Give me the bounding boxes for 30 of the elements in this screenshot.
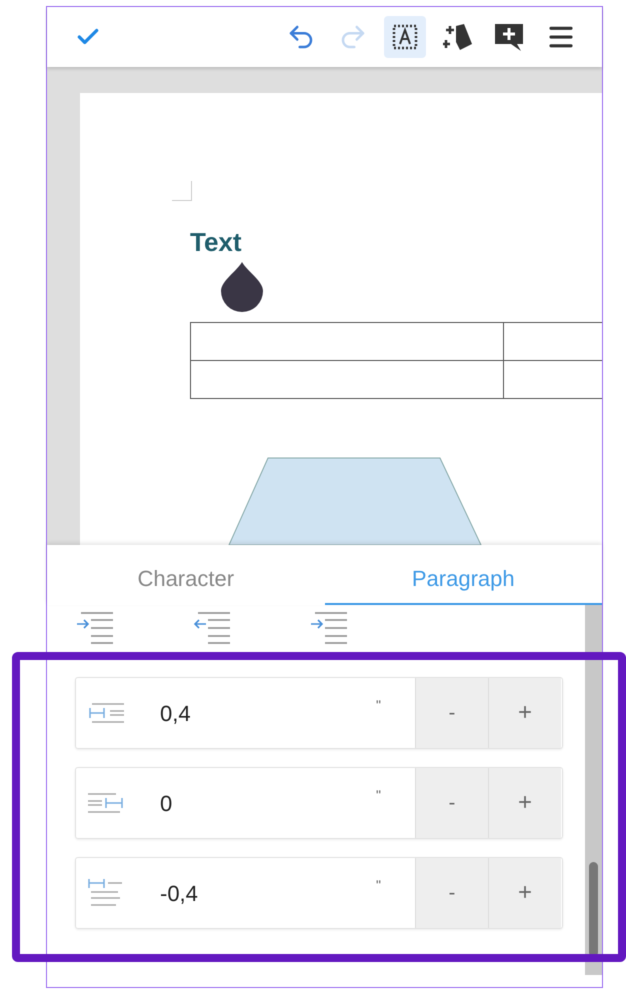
text-box-icon <box>391 23 419 51</box>
indent-icon <box>75 610 115 644</box>
indent-after-icon <box>88 792 124 814</box>
text-label: Text <box>190 227 242 257</box>
toolbar-button[interactable] <box>384 16 426 58</box>
shapes-icon <box>440 22 474 52</box>
increment-button[interactable]: + <box>488 768 561 838</box>
indent-icon <box>309 610 349 644</box>
cursor-handle-icon <box>219 261 265 313</box>
corner-mark-icon <box>172 181 192 201</box>
indent-button[interactable] <box>309 609 349 645</box>
indent-button[interactable] <box>192 609 232 645</box>
decrement-button[interactable]: - <box>415 678 488 748</box>
value-input[interactable]: 0,4 <box>160 696 376 730</box>
tab[interactable]: Paragraph <box>324 545 602 605</box>
indent-icon <box>192 610 232 644</box>
increment-button[interactable]: + <box>488 678 561 748</box>
value-input[interactable]: -0,4 <box>160 876 376 910</box>
value-input[interactable]: 0 <box>160 786 376 820</box>
indent-before-icon <box>88 702 124 724</box>
first-line-indent-icon <box>88 878 122 908</box>
unit-label: " <box>376 876 381 894</box>
decrement-button[interactable]: - <box>415 858 488 928</box>
tab[interactable]: Character <box>47 545 324 605</box>
unit-label: " <box>376 786 381 804</box>
indent-button[interactable] <box>75 609 115 645</box>
unit-label: " <box>376 696 381 714</box>
decrement-button[interactable]: - <box>415 768 488 838</box>
increment-button[interactable]: + <box>488 858 561 928</box>
add-comment-icon <box>493 22 525 52</box>
